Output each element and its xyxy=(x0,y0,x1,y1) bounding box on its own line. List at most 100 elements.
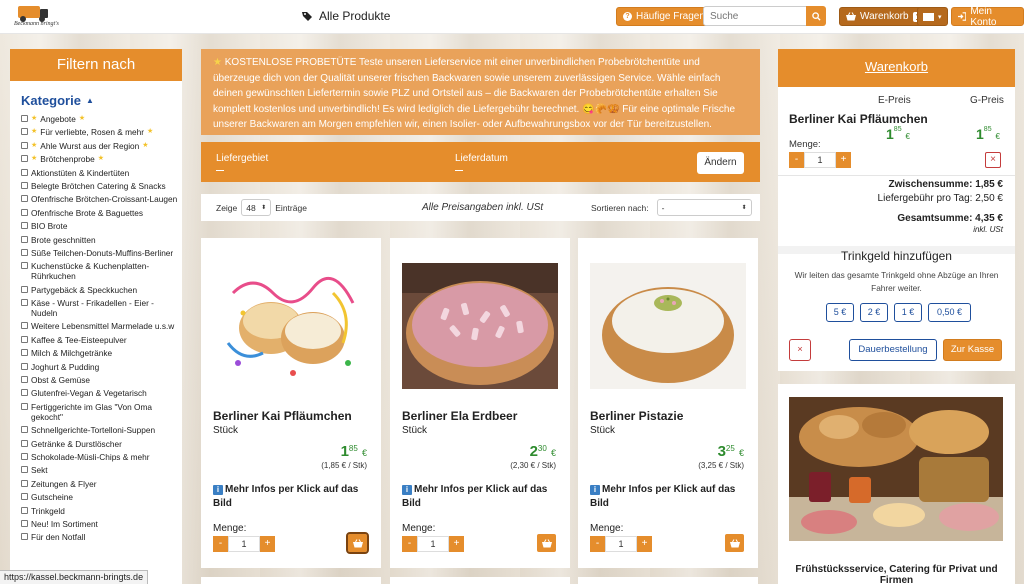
category-item[interactable]: Aktionstüten & Kindertüten xyxy=(21,168,178,178)
standing-order-button[interactable]: Dauerbestellung xyxy=(849,339,937,361)
category-item[interactable]: Süße Teilchen-Donuts-Muffins-Berliner xyxy=(21,248,178,258)
add-to-cart-button[interactable] xyxy=(346,532,369,554)
plus-button[interactable]: + xyxy=(637,536,652,552)
category-checkbox[interactable] xyxy=(21,248,28,256)
category-item[interactable]: Partygebäck & Speckkuchen xyxy=(21,285,178,295)
category-item[interactable]: Ofenfrische Brötchen-Croissant-Laugen xyxy=(21,194,178,204)
category-checkbox[interactable] xyxy=(21,141,28,149)
category-checkbox[interactable] xyxy=(21,402,28,410)
category-checkbox[interactable] xyxy=(21,322,28,330)
clear-cart-button[interactable]: × xyxy=(789,339,811,361)
catering-promo[interactable]: Frühstücksservice, Catering für Privat u… xyxy=(778,384,1015,584)
category-item[interactable]: Gutscheine xyxy=(21,492,178,502)
category-checkbox[interactable] xyxy=(21,466,28,474)
category-item[interactable]: Milch & Milchgetränke xyxy=(21,348,178,358)
category-checkbox[interactable] xyxy=(21,285,28,293)
category-checkbox[interactable] xyxy=(21,168,28,176)
category-item[interactable]: Schnellgerichte-Tortelloni-Suppen xyxy=(21,425,178,435)
category-checkbox[interactable] xyxy=(21,115,28,122)
category-toggle[interactable]: Kategorie ▲ xyxy=(21,93,182,108)
category-checkbox[interactable] xyxy=(21,439,28,447)
product-info[interactable]: i Mehr Infos per Klick auf das Bild xyxy=(213,483,373,511)
category-item[interactable]: Ofenfrische Brote & Baguettes xyxy=(21,208,178,218)
search-button[interactable] xyxy=(806,6,826,26)
category-checkbox[interactable] xyxy=(21,426,28,434)
plus-button[interactable]: + xyxy=(449,536,464,552)
category-checkbox[interactable] xyxy=(21,222,28,230)
category-checkbox[interactable] xyxy=(21,479,28,487)
per-page-select[interactable]: 48 ⬍ xyxy=(241,199,272,216)
category-item[interactable]: ★ Brötchenprobe ★ xyxy=(21,154,178,164)
category-checkbox[interactable] xyxy=(21,349,28,357)
category-checkbox[interactable] xyxy=(21,208,28,216)
product-info[interactable]: i Mehr Infos per Klick auf das Bild xyxy=(402,483,562,511)
category-item[interactable]: Belegte Brötchen Catering & Snacks xyxy=(21,181,178,191)
category-item[interactable]: ★ Angebote ★ xyxy=(21,114,178,124)
category-item[interactable]: Sekt xyxy=(21,465,178,475)
category-item[interactable]: ★ Ahle Wurst aus der Region ★ xyxy=(21,141,178,151)
category-item[interactable]: Glutenfrei-Vegan & Vegetarisch xyxy=(21,388,178,398)
minus-button[interactable]: - xyxy=(213,536,228,552)
language-dropdown[interactable]: ▾ xyxy=(917,7,948,26)
category-checkbox[interactable] xyxy=(21,128,28,136)
tip-button-2[interactable]: 2 € xyxy=(860,303,888,322)
catering-image[interactable] xyxy=(789,397,1003,541)
product-name[interactable]: Berliner Kai Pfläumchen xyxy=(213,409,352,423)
search-input[interactable] xyxy=(703,6,808,26)
category-item[interactable]: Für den Notfall xyxy=(21,532,178,542)
category-item[interactable]: Brote geschnitten xyxy=(21,235,178,245)
category-checkbox[interactable] xyxy=(21,155,28,163)
category-checkbox[interactable] xyxy=(21,452,28,460)
category-checkbox[interactable] xyxy=(21,533,28,541)
cart-title-link[interactable]: Warenkorb xyxy=(865,59,928,74)
minus-button[interactable]: - xyxy=(402,536,417,552)
category-item[interactable]: BIO Brote xyxy=(21,221,178,231)
category-checkbox[interactable] xyxy=(21,506,28,514)
category-checkbox[interactable] xyxy=(21,181,28,189)
category-checkbox[interactable] xyxy=(21,235,28,243)
category-checkbox[interactable] xyxy=(21,195,28,203)
category-item[interactable]: Joghurt & Pudding xyxy=(21,362,178,372)
change-delivery-button[interactable]: Ändern xyxy=(697,152,744,174)
category-item[interactable]: ★ Für verliebte, Rosen & mehr ★ xyxy=(21,127,178,137)
tip-button-5[interactable]: 5 € xyxy=(826,303,854,322)
category-item[interactable]: Neu! Im Sortiment xyxy=(21,519,178,529)
product-image[interactable] xyxy=(402,263,558,389)
category-item[interactable]: Getränke & Durstlöscher xyxy=(21,439,178,449)
category-checkbox[interactable] xyxy=(21,389,28,397)
product-image[interactable] xyxy=(213,263,369,389)
category-checkbox[interactable] xyxy=(21,262,28,270)
sort-select[interactable]: - ⬍ xyxy=(656,199,752,216)
category-item[interactable]: Trinkgeld xyxy=(21,506,178,516)
product-info[interactable]: i Mehr Infos per Klick auf das Bild xyxy=(590,483,750,511)
category-checkbox[interactable] xyxy=(21,376,28,384)
plus-button[interactable]: + xyxy=(260,536,275,552)
category-item[interactable]: Käse - Wurst - Frikadellen - Eier - Nude… xyxy=(21,298,178,318)
minus-button[interactable]: - xyxy=(789,152,804,168)
quantity-input[interactable]: 1 xyxy=(605,536,637,552)
add-to-cart-button[interactable] xyxy=(537,534,556,552)
faq-button[interactable]: ? Häufige Fragen xyxy=(616,7,712,26)
all-products-link[interactable]: Alle Produkte xyxy=(302,9,390,23)
product-image[interactable] xyxy=(590,263,746,389)
category-item[interactable]: Obst & Gemüse xyxy=(21,375,178,385)
tip-button-050[interactable]: 0,50 € xyxy=(928,303,971,322)
category-checkbox[interactable] xyxy=(21,362,28,370)
account-button[interactable]: Mein Konto xyxy=(951,6,1024,28)
product-name[interactable]: Berliner Pistazie xyxy=(590,409,683,423)
logo[interactable]: Beckmann bringt's xyxy=(10,2,88,32)
category-item[interactable]: Kuchenstücke & Kuchenplatten-Rührkuchen xyxy=(21,261,178,281)
category-item[interactable]: Schokolade-Müsli-Chips & mehr xyxy=(21,452,178,462)
product-name[interactable]: Berliner Ela Erdbeer xyxy=(402,409,517,423)
category-item[interactable]: Zeitungen & Flyer xyxy=(21,479,178,489)
quantity-input[interactable]: 1 xyxy=(417,536,449,552)
category-item[interactable]: Fertiggerichte im Glas "Von Oma gekocht" xyxy=(21,402,178,422)
plus-button[interactable]: + xyxy=(836,152,851,168)
category-checkbox[interactable] xyxy=(21,335,28,343)
category-checkbox[interactable] xyxy=(21,519,28,527)
checkout-button[interactable]: Zur Kasse xyxy=(943,339,1002,361)
quantity-input[interactable]: 1 xyxy=(228,536,260,552)
add-to-cart-button[interactable] xyxy=(725,534,744,552)
category-item[interactable]: Weitere Lebensmittel Marmelade u.s.w xyxy=(21,321,178,331)
category-item[interactable]: Kaffee & Tee-Eisteepulver xyxy=(21,335,178,345)
